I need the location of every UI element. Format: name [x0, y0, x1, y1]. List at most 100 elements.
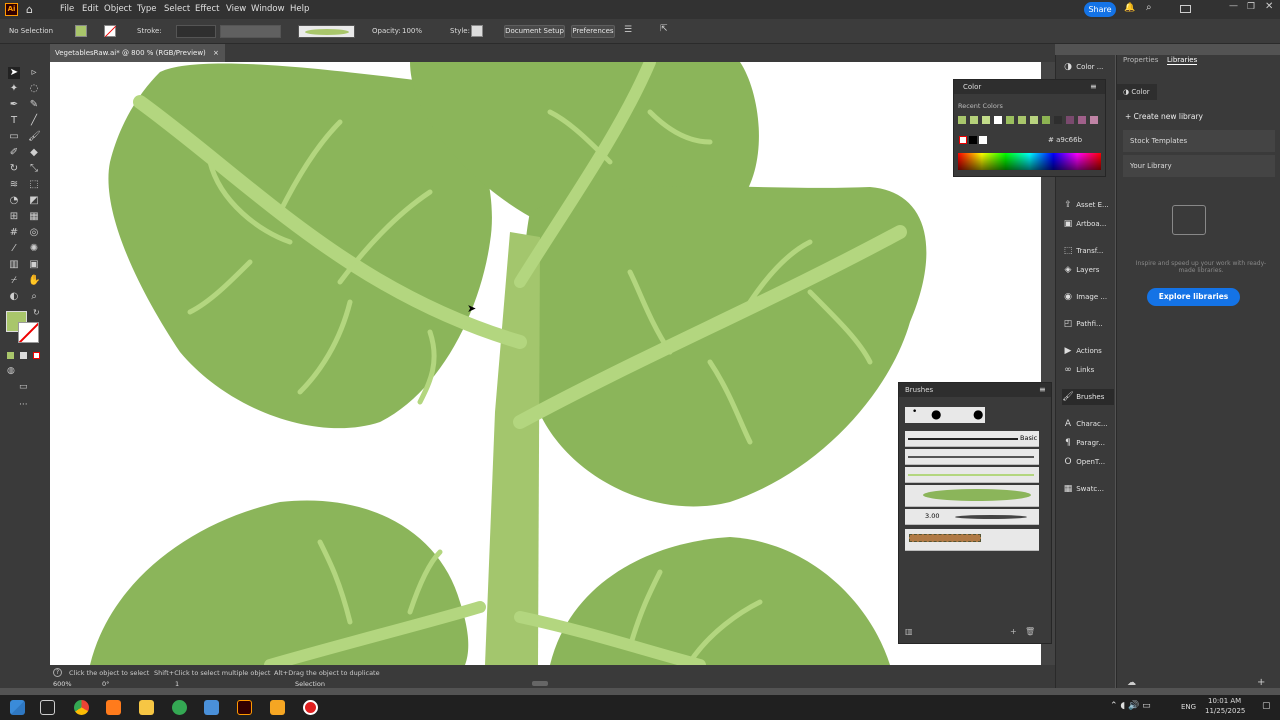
recent-color-swatch[interactable] [1042, 116, 1050, 124]
shaper-tool-icon[interactable]: ✐ [8, 147, 20, 159]
recent-color-swatch[interactable] [1066, 116, 1074, 124]
magic-wand-tool-icon[interactable]: ✦ [8, 83, 20, 95]
dock-paragraph[interactable]: ¶ Paragr... [1062, 435, 1114, 451]
zoom-tool-icon[interactable]: ⌕ [28, 291, 40, 303]
brush-leaf[interactable] [905, 485, 1039, 507]
menu-help[interactable]: Help [290, 4, 309, 14]
recent-color-swatch[interactable] [1030, 116, 1038, 124]
brush-pattern[interactable] [905, 529, 1039, 551]
explore-libraries-button[interactable]: Explore libraries [1147, 288, 1240, 306]
brush-calligraphic[interactable]: 3.00 [905, 509, 1039, 525]
style-swatch[interactable] [471, 25, 483, 37]
curvature-tool-icon[interactable]: ✎ [28, 99, 40, 111]
hex-field[interactable]: # a9c66b [1048, 134, 1092, 146]
recent-color-swatch[interactable] [1054, 116, 1062, 124]
panel-menu-icon[interactable]: ≡ [1090, 82, 1097, 91]
tab-libraries[interactable]: Libraries [1167, 56, 1198, 65]
slice-tool-icon[interactable]: ⌿ [8, 275, 20, 287]
dock-opentype[interactable]: O OpenT... [1062, 454, 1114, 470]
variable-width-profile[interactable] [220, 25, 281, 38]
recent-color-swatch[interactable] [1078, 116, 1086, 124]
black-swatch[interactable] [969, 136, 977, 144]
menu-view[interactable]: View [226, 4, 246, 14]
zoom-field[interactable]: 600% [53, 680, 72, 688]
draw-mode-icon[interactable]: ◍ [7, 366, 15, 376]
brush-tip-medium-icon[interactable]: ● [931, 407, 941, 421]
close-icon[interactable]: ✕ [1265, 1, 1273, 12]
dock-color[interactable]: ◑ Color ... [1062, 59, 1114, 75]
create-library-button[interactable]: + Create new library [1125, 112, 1203, 121]
brushes-menu-icon[interactable]: ≡ [1039, 385, 1046, 394]
edit-toolbar-icon[interactable]: ··· [19, 400, 28, 410]
dock-actions[interactable]: ▶ Actions [1062, 343, 1114, 359]
file-explorer-icon[interactable] [139, 700, 154, 715]
dock-asset-export[interactable]: ⇪ Asset E... [1062, 197, 1114, 213]
new-brush-icon[interactable]: + [1010, 627, 1017, 636]
none-swatch[interactable] [959, 136, 967, 144]
mesh-tool-icon[interactable]: # [8, 227, 20, 239]
record-icon[interactable] [303, 700, 318, 715]
dock-pathfinder[interactable]: ◰ Pathfi... [1062, 316, 1114, 332]
clock-time[interactable]: 10:01 AM [1208, 697, 1241, 705]
video-app-icon[interactable] [270, 700, 285, 715]
tray-icons[interactable]: ⌃ ◖ 🔊 ▭ [1110, 701, 1151, 711]
symbol-sprayer-tool-icon[interactable]: ✺ [28, 243, 40, 255]
lasso-tool-icon[interactable]: ◌ [28, 83, 40, 95]
gradient-tool-icon[interactable]: ▦ [28, 211, 40, 223]
dock-transform[interactable]: ⬚ Transf... [1062, 243, 1114, 259]
direct-selection-tool-icon[interactable]: ▹ [28, 67, 40, 79]
stroke-color-box[interactable] [18, 322, 39, 343]
dock-swatches[interactable]: ▦ Swatc... [1062, 481, 1114, 497]
document-setup-button[interactable]: Document Setup [504, 25, 565, 38]
recent-color-swatch[interactable] [1090, 116, 1098, 124]
task-view-icon[interactable] [40, 700, 55, 715]
add-icon[interactable]: + [1257, 677, 1265, 688]
recent-color-swatch[interactable] [958, 116, 966, 124]
menu-edit[interactable]: Edit [82, 4, 98, 14]
graph-tool-icon[interactable]: ▥ [8, 259, 20, 271]
menu-select[interactable]: Select [164, 4, 190, 14]
paintbrush-tool-icon[interactable]: 🖌 [28, 131, 41, 143]
brush-definition[interactable] [298, 25, 355, 38]
stroke-swatch[interactable] [104, 25, 117, 38]
arrange-icon[interactable]: ☰ [624, 25, 632, 35]
rotate-view-tool-icon[interactable]: ◐ [8, 291, 20, 303]
selection-tool-icon[interactable]: ➤ [8, 67, 20, 79]
dock-brushes[interactable]: 🖌 Brushes [1062, 389, 1114, 405]
white-swatch[interactable] [979, 136, 987, 144]
menu-object[interactable]: Object [104, 4, 132, 14]
brush-libraries-icon[interactable]: ▥ [905, 627, 913, 636]
artboard-canvas[interactable]: ➤ [50, 62, 1041, 665]
windows-start-icon[interactable] [10, 700, 25, 715]
dock-layers[interactable]: ◈ Layers [1062, 262, 1114, 278]
recent-color-swatch[interactable] [994, 116, 1002, 124]
language-indicator[interactable]: ENG [1181, 703, 1196, 711]
artboard-tool-icon[interactable]: ▣ [28, 259, 40, 271]
brush-light-green[interactable] [905, 467, 1039, 483]
none-mode-button[interactable] [33, 352, 40, 359]
live-paint-tool-icon[interactable]: ◩ [28, 195, 40, 207]
scale-tool-icon[interactable]: ⤡ [28, 163, 40, 175]
bell-icon[interactable]: 🔔 [1124, 3, 1135, 13]
clock-date[interactable]: 11/25/2025 [1205, 707, 1245, 715]
opacity-field[interactable]: 100% [400, 25, 436, 38]
chrome-icon[interactable] [74, 700, 89, 715]
screen-mode-icon[interactable]: ▭ [19, 382, 28, 392]
brush-tip-small-icon[interactable]: • [912, 407, 917, 417]
share-export-icon[interactable]: ⇱ [660, 24, 668, 34]
artboard-nav-field[interactable]: 1 [175, 680, 179, 688]
dock-character[interactable]: A Charac... [1062, 416, 1114, 432]
perspective-grid-tool-icon[interactable]: ⊞ [8, 211, 20, 223]
fill-swatch[interactable] [75, 25, 87, 37]
tab-properties[interactable]: Properties [1123, 56, 1158, 64]
tab-close-icon[interactable]: × [213, 44, 219, 62]
color-mode-button[interactable] [7, 352, 14, 359]
home-icon[interactable]: ⌂ [26, 3, 33, 16]
gradient-mode-button[interactable] [20, 352, 27, 359]
stroke-weight-field[interactable] [176, 25, 216, 38]
menu-effect[interactable]: Effect [195, 4, 219, 14]
app-icon[interactable] [204, 700, 219, 715]
recent-color-swatch[interactable] [970, 116, 978, 124]
your-library-item[interactable]: Your Library [1123, 155, 1275, 177]
recent-color-swatch[interactable] [1018, 116, 1026, 124]
